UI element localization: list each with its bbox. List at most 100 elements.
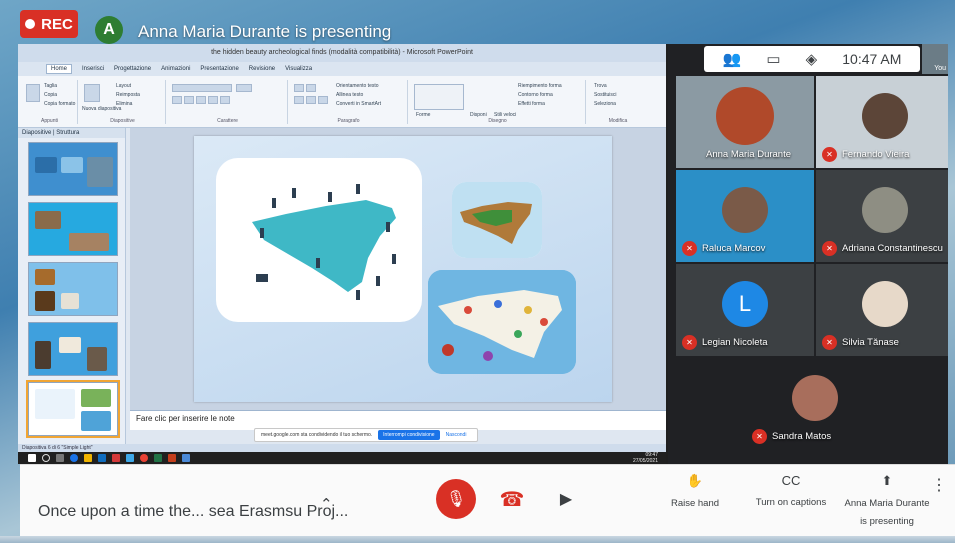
task-view-icon[interactable]: [56, 454, 64, 462]
align-left-icon[interactable]: [294, 96, 304, 104]
align-text-button[interactable]: Allinea testo: [336, 92, 363, 98]
slide-thumbnail-selected[interactable]: 6: [26, 380, 120, 438]
italic-icon[interactable]: [184, 96, 194, 104]
delete-button[interactable]: Elimina: [116, 101, 132, 107]
ppt-tab-insert[interactable]: Inserisci: [82, 66, 104, 72]
thumb-image: [87, 347, 107, 371]
leave-call-button[interactable]: ☎: [492, 479, 532, 519]
thumb-image: [61, 157, 83, 173]
text-direction-button[interactable]: Orientamento testo: [336, 83, 379, 89]
microphone-off-button[interactable]: 🎙: [436, 479, 476, 519]
layout-button[interactable]: Layout: [116, 83, 131, 89]
slide-thumbnail[interactable]: 2: [28, 142, 118, 196]
self-view-tile[interactable]: You: [922, 44, 948, 74]
pane-tab-outline[interactable]: Struttura: [56, 130, 79, 136]
dropbox-icon[interactable]: [126, 454, 134, 462]
participant-tile[interactable]: ✕ Adriana Constantinescu: [816, 170, 948, 262]
shape-effects-button[interactable]: Effetti forma: [518, 101, 545, 107]
thumb-image: [81, 411, 111, 431]
mail-icon[interactable]: [98, 454, 106, 462]
participant-tile[interactable]: ✕ Raluca Marcov: [676, 170, 814, 262]
participant-tile[interactable]: ✕ Silvia Tănase: [816, 264, 948, 356]
file-explorer-icon[interactable]: [84, 454, 92, 462]
font-name-field[interactable]: [172, 84, 232, 92]
participant-tile[interactable]: L ✕ Legian Nicoleta: [676, 264, 814, 356]
activities-icon[interactable]: ◈: [806, 50, 818, 68]
slide-editing-area[interactable]: [130, 128, 666, 410]
ppt-tab-review[interactable]: Revisione: [249, 66, 275, 72]
sicily-map-icon: [252, 184, 396, 300]
store-icon[interactable]: [112, 454, 120, 462]
camera-button[interactable]: ▶: [546, 479, 586, 519]
ribbon-group-label: Appunti: [41, 118, 58, 124]
chrome-icon[interactable]: [140, 454, 148, 462]
desk-reflection: [0, 536, 955, 543]
current-slide[interactable]: [194, 136, 612, 402]
align-center-icon[interactable]: [306, 96, 316, 104]
cut-button[interactable]: Taglia: [44, 83, 57, 89]
shapes-gallery[interactable]: [414, 84, 464, 110]
reset-button[interactable]: Reimposta: [116, 92, 140, 98]
presenter-title: Anna Maria Durante is presenting: [138, 22, 392, 41]
paste-icon[interactable]: [26, 84, 40, 102]
select-button[interactable]: Seleziona: [594, 101, 616, 107]
ppt-tab-design[interactable]: Progettazione: [114, 66, 151, 72]
smartart-button[interactable]: Converti in SmartArt: [336, 101, 381, 107]
chevron-up-icon[interactable]: ⌃: [320, 495, 333, 513]
hide-notice-button[interactable]: Nascondi: [446, 432, 467, 438]
ribbon-group-label: Carattere: [217, 118, 238, 124]
slide-thumbnail[interactable]: 5: [28, 322, 118, 376]
bold-icon[interactable]: [172, 96, 182, 104]
stop-sharing-button[interactable]: Interrompi condivisione: [378, 430, 440, 440]
present-now-button[interactable]: ⬆ Anna Maria Durante is presenting: [842, 473, 932, 529]
new-slide-icon[interactable]: [84, 84, 100, 102]
thumb-image: [87, 157, 113, 187]
raise-hand-button[interactable]: ✋ Raise hand: [650, 473, 740, 511]
ppt-tab-slideshow[interactable]: Presentazione: [200, 66, 238, 72]
shadow-icon[interactable]: [208, 96, 218, 104]
participant-tile[interactable]: Anna Maria Durante: [676, 76, 814, 168]
bullets-icon[interactable]: [294, 84, 304, 92]
format-painter-button[interactable]: Copia formato: [44, 101, 75, 107]
align-right-icon[interactable]: [318, 96, 328, 104]
pane-tab-slides[interactable]: Diapositive: [22, 130, 51, 136]
ppt-window-title: the hidden beauty archeological finds (m…: [18, 44, 666, 62]
numbering-icon[interactable]: [306, 84, 316, 92]
ppt-tab-view[interactable]: Visualizza: [285, 66, 312, 72]
search-icon[interactable]: [42, 454, 50, 462]
ppt-tab-home[interactable]: Home: [46, 64, 73, 74]
people-icon[interactable]: 👥: [723, 50, 742, 68]
chat-icon[interactable]: ▭: [766, 50, 780, 68]
ribbon-group-clipboard: Taglia Copia Copia formato Appunti: [22, 80, 78, 124]
shape-fill-button[interactable]: Riempimento forma: [518, 83, 562, 89]
shape-outline-button[interactable]: Contorno forma: [518, 92, 553, 98]
participant-tile[interactable]: ✕ Fernando Vieira: [816, 76, 948, 168]
ppt-tab-animations[interactable]: Animazioni: [161, 66, 190, 72]
copy-button[interactable]: Copia: [44, 92, 57, 98]
illustrated-map-card: [428, 270, 576, 374]
more-options-icon[interactable]: ⋮: [931, 475, 947, 495]
speaker-notes[interactable]: Fare clic per inserire le note: [130, 410, 666, 430]
font-size-field[interactable]: [236, 84, 252, 92]
slide-thumbnail[interactable]: 4: [28, 262, 118, 316]
excel-icon[interactable]: [154, 454, 162, 462]
meeting-name[interactable]: Once upon a time the... sea Erasmsu Proj…: [38, 503, 348, 521]
muted-mic-icon: ✕: [682, 335, 697, 350]
participant-tile[interactable]: ✕ Sandra Matos: [746, 358, 884, 450]
participant-name: Adriana Constantinescu: [842, 243, 943, 254]
powerpoint-icon[interactable]: [168, 454, 176, 462]
edge-icon[interactable]: [70, 454, 78, 462]
participant-name: Sandra Matos: [772, 431, 832, 442]
find-button[interactable]: Trova: [594, 83, 607, 89]
participant-name: Silvia Tănase: [842, 337, 899, 348]
underline-icon[interactable]: [196, 96, 206, 104]
windows-start-icon[interactable]: [28, 454, 36, 462]
font-color-icon[interactable]: [220, 96, 230, 104]
record-dot-icon: [25, 19, 36, 29]
captions-button[interactable]: CC Turn on captions: [746, 473, 836, 510]
word-icon[interactable]: [182, 454, 190, 462]
muted-mic-icon: ✕: [822, 241, 837, 256]
slide-thumbnail[interactable]: 3: [28, 202, 118, 256]
meet-participants-panel: 👥 ▭ ◈ 10:47 AM You Anna Maria Durante ✕ …: [668, 44, 948, 464]
replace-button[interactable]: Sostituisci: [594, 92, 617, 98]
